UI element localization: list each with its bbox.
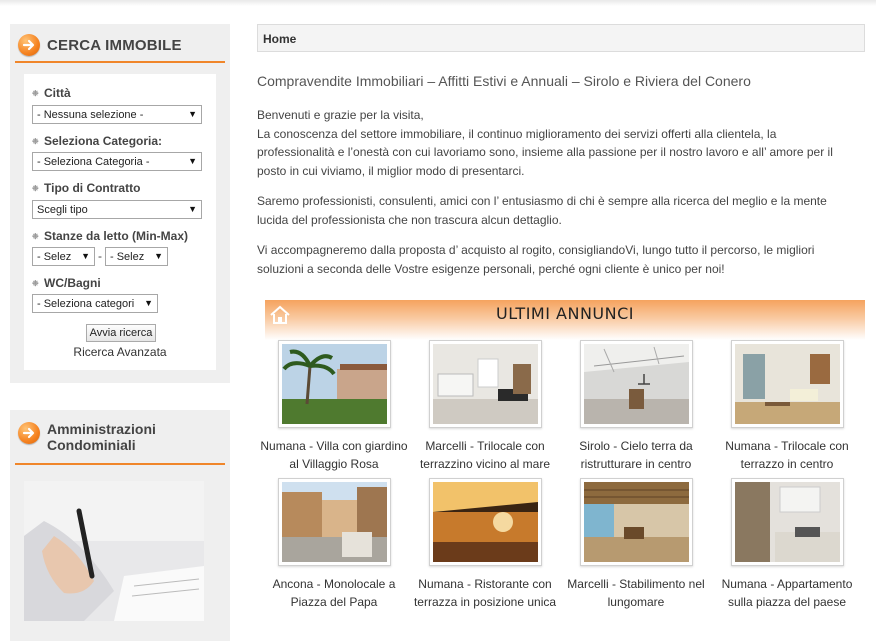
bullet-icon: ❉ [32,184,39,193]
bullet-icon: ❉ [32,232,39,241]
listing-caption[interactable]: Numana - Appartamento sulla piazza del p… [712,575,862,611]
latest-listings-header: ULTIMI ANNUNCI [265,300,865,340]
listing-card[interactable]: Numana - Ristorante con terrazza in posi… [410,478,560,611]
listing-card[interactable]: Marcelli - Trilocale con terrazzino vici… [410,340,560,473]
dropdown-caret-icon: ▼ [188,156,197,166]
listing-photo[interactable] [730,478,844,566]
admin-box: Amministrazioni Condominiali [10,410,230,641]
search-box-title: CERCA IMMOBILE [47,37,182,54]
search-button[interactable]: Avvia ricerca [86,324,156,342]
bullet-icon: ❉ [32,137,39,146]
listing-caption[interactable]: Ancona - Monolocale a Piazza del Papa [259,575,409,611]
search-form: ❉ Città - Nessuna selezione - ▼ ❉ Seleziona… [24,74,216,370]
listing-caption[interactable]: Marcelli - Stabilimento nel lungomare [561,575,711,611]
bullet-icon: ❉ [32,89,39,98]
listing-card[interactable]: Sirolo - Cielo terra da ristrutturare in… [561,340,711,473]
latest-listings-title: ULTIMI ANNUNCI [496,304,634,323]
city-label: ❉ Città [32,86,71,100]
listing-caption[interactable]: Numana - Trilocale con terrazzo in centr… [712,437,862,473]
breadcrumb[interactable]: Home [257,24,865,52]
listing-card[interactable]: Ancona - Monolocale a Piazza del Papa [259,478,409,611]
dropdown-caret-icon: ▼ [81,251,90,261]
dropdown-caret-icon: ▼ [144,298,153,308]
admin-box-title: Amministrazioni Condominiali [47,421,156,453]
listing-caption[interactable]: Numana - Villa con giardino al Villaggio… [259,437,409,473]
bullet-icon: ❉ [32,279,39,288]
contract-select[interactable]: Scegli tipo ▼ [32,200,202,219]
advanced-search-link[interactable]: Ricerca Avanzata [24,345,216,359]
listing-photo[interactable] [579,340,693,428]
arrow-right-circle-icon [18,34,40,56]
city-select[interactable]: - Nessuna selezione - ▼ [32,105,202,124]
category-label: ❉ Seleziona Categoria: [32,134,163,148]
arrow-right-circle-icon [18,422,40,444]
category-select[interactable]: - Seleziona Categoria - ▼ [32,152,202,171]
listing-photo[interactable] [428,478,542,566]
search-box-header: CERCA IMMOBILE [15,27,225,63]
dropdown-caret-icon: ▼ [188,204,197,214]
listing-card[interactable]: Marcelli - Stabilimento nel lungomare [561,478,711,611]
admin-box-header: Amministrazioni Condominiali [15,415,225,465]
top-shadow [0,0,876,6]
listing-card[interactable]: Numana - Villa con giardino al Villaggio… [259,340,409,473]
bathrooms-label: ❉ WC/Bagni [32,276,101,290]
listing-caption[interactable]: Marcelli - Trilocale con terrazzino vici… [410,437,560,473]
intro-paragraph-3: Vi accompagneremo dalla proposta d’ acqu… [257,243,815,276]
listing-caption[interactable]: Sirolo - Cielo terra da ristrutturare in… [561,437,711,473]
listing-photo[interactable] [730,340,844,428]
dropdown-caret-icon: ▼ [154,251,163,261]
bathrooms-select[interactable]: - Seleziona categori ▼ [32,294,158,313]
listing-card[interactable]: Numana - Trilocale con terrazzo in centr… [712,340,862,473]
contract-label: ❉ Tipo di Contratto [32,181,141,195]
listing-photo[interactable] [579,478,693,566]
page-title: Compravendite Immobiliari – Affitti Esti… [257,73,751,89]
search-box: CERCA IMMOBILE ❉ Città - Nessuna selezion… [10,24,230,383]
admin-image[interactable] [24,481,204,621]
bedrooms-max-select[interactable]: - Selez ▼ [105,247,168,266]
listing-photo[interactable] [428,340,542,428]
listing-photo[interactable] [277,478,391,566]
range-separator: - [98,249,102,263]
listing-card[interactable]: Numana - Appartamento sulla piazza del p… [712,478,862,611]
bedrooms-min-select[interactable]: - Selez ▼ [32,247,95,266]
bedrooms-label: ❉ Stanze da letto (Min-Max) [32,229,189,243]
intro-paragraph-1: Benvenuti e grazie per la visita, La cono… [257,108,833,178]
intro-paragraph-2: Saremo professionisti, consulenti, amici… [257,194,827,227]
dropdown-caret-icon: ▼ [188,109,197,119]
listing-photo[interactable] [277,340,391,428]
listing-caption[interactable]: Numana - Ristorante con terrazza in posi… [410,575,560,611]
